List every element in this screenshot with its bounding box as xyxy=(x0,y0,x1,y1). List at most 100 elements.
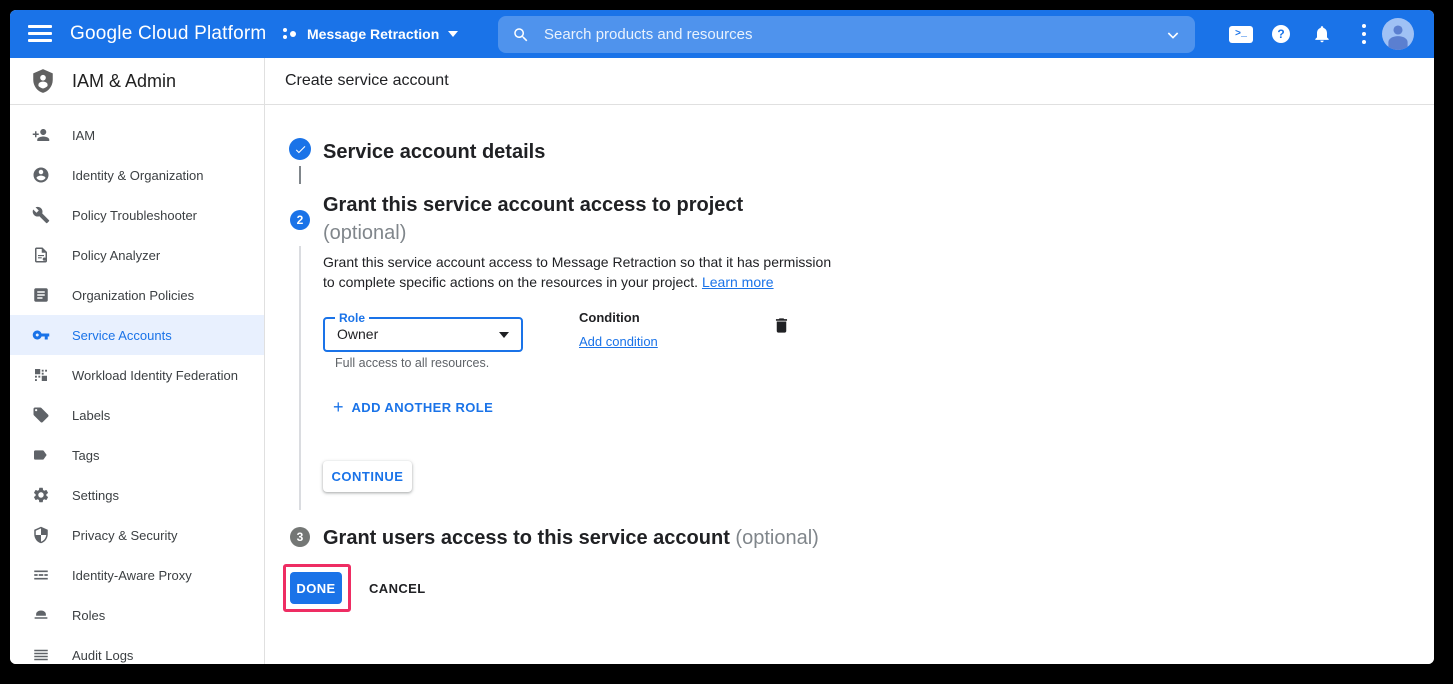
sidebar-item-label: Roles xyxy=(72,608,105,623)
chevron-down-icon xyxy=(448,31,458,37)
page-title: Create service account xyxy=(285,72,449,90)
list-lines-icon xyxy=(32,646,50,664)
done-button[interactable]: DONE xyxy=(290,572,342,604)
gcp-logo[interactable]: Google Cloud Platform xyxy=(70,10,266,58)
description-line1: Grant this service account access to Mes… xyxy=(323,254,831,270)
project-selector[interactable]: Message Retraction xyxy=(283,10,458,58)
condition-label: Condition xyxy=(579,310,640,325)
terminal-icon: >_ xyxy=(1229,26,1253,43)
project-icon xyxy=(283,26,298,42)
sidebar-item-identity-aware-proxy[interactable]: Identity-Aware Proxy xyxy=(10,555,264,595)
step2-optional-label: (optional) xyxy=(323,222,406,244)
sidebar-item-service-accounts[interactable]: Service Accounts xyxy=(10,315,264,355)
sidebar-item-identity-organization[interactable]: Identity & Organization xyxy=(10,155,264,195)
person-icon xyxy=(1382,18,1414,50)
role-help-text: Full access to all resources. xyxy=(335,356,489,370)
step3-title: Grant users access to this service accou… xyxy=(323,524,819,552)
sidebar-item-roles[interactable]: Roles xyxy=(10,595,264,635)
sidebar-item-iam[interactable]: IAM xyxy=(10,115,264,155)
add-another-role-button[interactable]: + ADD ANOTHER ROLE xyxy=(333,398,493,416)
trash-icon xyxy=(772,316,791,335)
bell-icon xyxy=(1312,24,1332,44)
search-bar[interactable] xyxy=(498,16,1195,53)
description-line2: to complete specific actions on the reso… xyxy=(323,274,698,290)
page-header: Create service account xyxy=(265,58,1434,105)
sidebar-item-label: Policy Troubleshooter xyxy=(72,208,197,223)
step1-title: Service account details xyxy=(323,138,545,166)
step3-optional-label: (optional) xyxy=(735,527,818,549)
sidebar-item-label: Service Accounts xyxy=(72,328,172,343)
step-connector xyxy=(299,166,301,184)
sidebar-item-label: Tags xyxy=(72,448,99,463)
wrench-icon xyxy=(32,206,50,224)
help-button[interactable]: ? xyxy=(1268,10,1294,58)
sidebar-item-tags[interactable]: Tags xyxy=(10,435,264,475)
document-gear-icon xyxy=(32,246,50,264)
plus-icon: + xyxy=(333,398,344,416)
cloud-shell-button[interactable]: >_ xyxy=(1226,10,1256,58)
document-lines-icon xyxy=(32,286,50,304)
key-icon xyxy=(32,326,50,344)
question-icon: ? xyxy=(1272,25,1290,43)
proxy-icon xyxy=(32,566,50,584)
delete-role-button[interactable] xyxy=(772,316,792,336)
step3-title-text: Grant users access to this service accou… xyxy=(323,527,730,549)
sidebar-item-organization-policies[interactable]: Organization Policies xyxy=(10,275,264,315)
notifications-button[interactable] xyxy=(1308,10,1336,58)
sidebar-item-policy-troubleshooter[interactable]: Policy Troubleshooter xyxy=(10,195,264,235)
search-input[interactable] xyxy=(544,26,1165,43)
chevron-down-icon[interactable] xyxy=(1165,27,1181,43)
sidebar-item-label: Audit Logs xyxy=(72,648,133,663)
sidebar-item-label: Identity-Aware Proxy xyxy=(72,568,192,583)
sidebar-item-label: Identity & Organization xyxy=(72,168,204,183)
sidebar-item-policy-analyzer[interactable]: Policy Analyzer xyxy=(10,235,264,275)
add-condition-link[interactable]: Add condition xyxy=(579,334,658,349)
step2-number-circle: 2 xyxy=(290,210,310,230)
add-another-role-label: ADD ANOTHER ROLE xyxy=(352,400,494,415)
sidebar-item-labels[interactable]: Labels xyxy=(10,395,264,435)
tag-icon xyxy=(32,406,50,424)
step1-check-circle xyxy=(289,138,311,160)
search-icon xyxy=(512,26,530,44)
more-options-button[interactable] xyxy=(1354,10,1374,58)
learn-more-link[interactable]: Learn more xyxy=(702,274,774,290)
step2-number: 2 xyxy=(297,213,304,227)
person-add-icon xyxy=(32,126,50,144)
role-select[interactable]: Role Owner xyxy=(323,317,523,352)
squares-grid-icon xyxy=(32,366,50,384)
sidebar-item-label: Privacy & Security xyxy=(72,528,177,543)
step3-number: 3 xyxy=(297,530,304,544)
sidebar-item-privacy-security[interactable]: Privacy & Security xyxy=(10,515,264,555)
sidebar-item-settings[interactable]: Settings xyxy=(10,475,264,515)
sidebar-item-audit-logs[interactable]: Audit Logs xyxy=(10,635,264,664)
menu-icon[interactable] xyxy=(28,25,52,43)
step2-title: Grant this service account access to pro… xyxy=(323,191,743,247)
sidebar-item-label: Settings xyxy=(72,488,119,503)
arrow-tag-icon xyxy=(32,446,50,464)
sidebar-title: IAM & Admin xyxy=(72,71,176,92)
step-connector xyxy=(299,246,301,510)
role-selected-value: Owner xyxy=(337,319,378,350)
sidebar-header: IAM & Admin xyxy=(10,58,264,105)
dropdown-arrow-icon xyxy=(499,332,509,338)
gcp-header: Google Cloud Platform Message Retraction… xyxy=(10,10,1434,58)
account-avatar[interactable] xyxy=(1382,18,1414,50)
step2-title-text: Grant this service account access to pro… xyxy=(323,194,743,216)
account-circle-icon xyxy=(32,166,50,184)
step3-number-circle: 3 xyxy=(290,527,310,547)
sidebar-item-label: Organization Policies xyxy=(72,288,194,303)
browser-viewport: Google Cloud Platform Message Retraction… xyxy=(10,10,1434,664)
sidebar-item-label: Labels xyxy=(72,408,110,423)
sidebar-item-workload-identity-federation[interactable]: Workload Identity Federation xyxy=(10,355,264,395)
shield-icon xyxy=(32,526,50,544)
gear-icon xyxy=(32,486,50,504)
cancel-button[interactable]: CANCEL xyxy=(361,572,434,604)
sidebar-item-label: Policy Analyzer xyxy=(72,248,160,263)
sidebar-item-label: Workload Identity Federation xyxy=(72,368,238,383)
iam-admin-shield-icon xyxy=(30,68,56,94)
project-name: Message Retraction xyxy=(307,26,439,42)
continue-button[interactable]: CONTINUE xyxy=(323,461,412,492)
step2-description: Grant this service account access to Mes… xyxy=(323,252,831,292)
sidebar-item-label: IAM xyxy=(72,128,95,143)
main-content: Create service account Service account d… xyxy=(265,58,1434,664)
